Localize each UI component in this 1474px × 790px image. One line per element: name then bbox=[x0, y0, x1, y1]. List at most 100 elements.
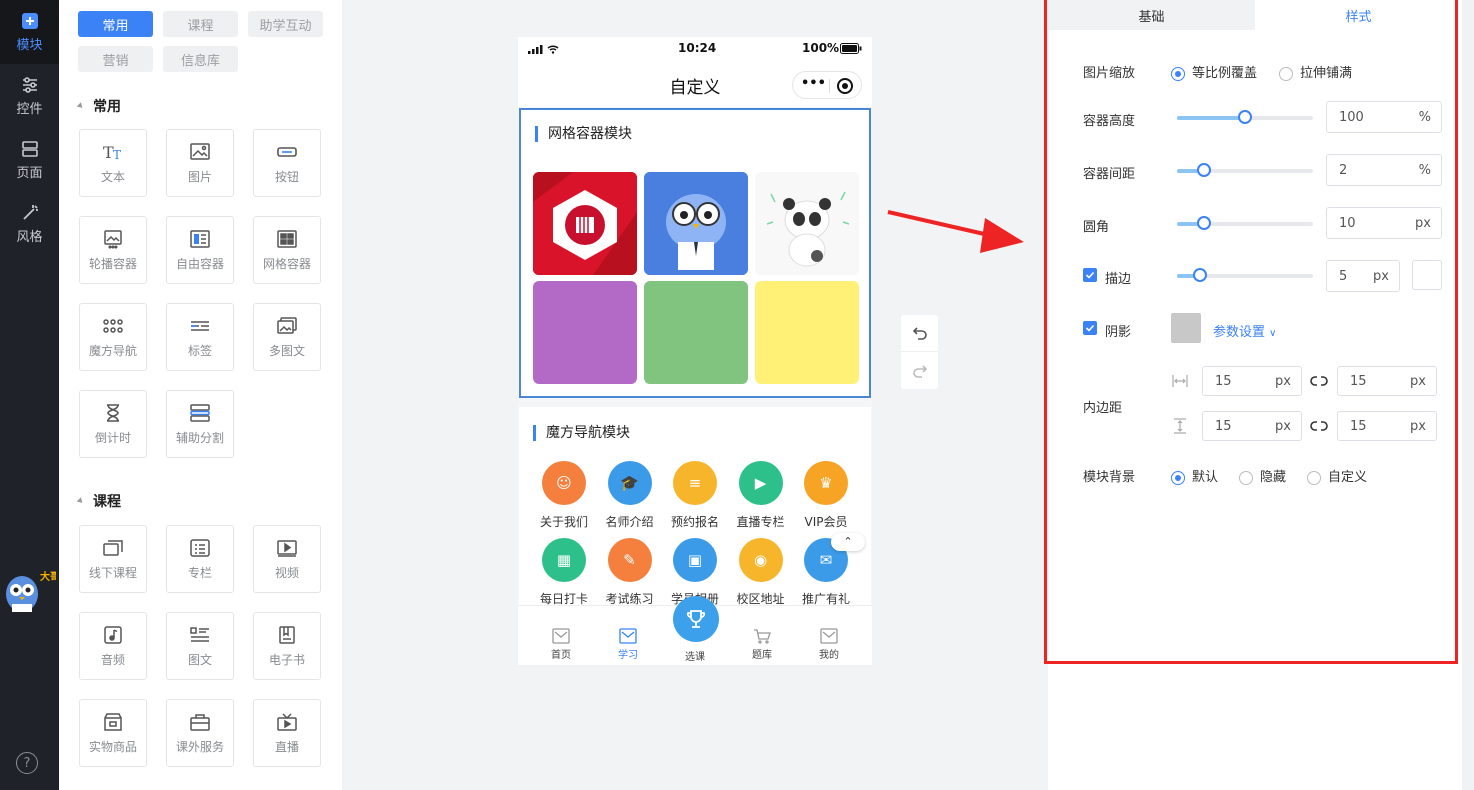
section-title-course: 课程 bbox=[79, 491, 121, 511]
component-label: 线下课程 bbox=[88, 565, 137, 580]
rail-item-controls[interactable]: 控件 bbox=[0, 64, 59, 128]
component-label: 课外服务 bbox=[175, 739, 224, 754]
help-button[interactable]: ? bbox=[16, 752, 38, 774]
component-cube-nav[interactable]: 魔方导航 bbox=[79, 303, 147, 371]
right-edge-scrollbar[interactable] bbox=[1462, 0, 1474, 790]
grid-cell-yellow[interactable] bbox=[755, 281, 859, 384]
tab-label: 课程 bbox=[187, 18, 214, 34]
component-ebook[interactable]: 电子书 bbox=[253, 612, 321, 680]
component-tag[interactable]: 标签 bbox=[166, 303, 234, 371]
mascot-text: 大哥大 bbox=[40, 570, 56, 583]
component-free-container[interactable]: 自由容器 bbox=[166, 216, 234, 284]
tab-label: 首页 bbox=[551, 650, 571, 661]
cube-nav-item[interactable]: ▣ bbox=[673, 538, 717, 582]
service-icon bbox=[190, 713, 210, 731]
tab-info-library[interactable]: 信息库 bbox=[163, 46, 238, 72]
cube-nav-label: 直播专栏 bbox=[736, 515, 785, 529]
help-icon: ? bbox=[23, 755, 31, 771]
cube-nav-item[interactable]: ▶ bbox=[738, 461, 783, 505]
rail-item-style[interactable]: 风格 bbox=[0, 192, 59, 256]
cube-nav-item[interactable]: ✎ bbox=[607, 538, 652, 582]
multi-image-text-icon bbox=[277, 316, 297, 334]
tab-label: 助学互动 bbox=[259, 18, 312, 34]
grid-cell-purple[interactable] bbox=[533, 281, 637, 384]
megaphone-icon: ✉ bbox=[819, 551, 833, 569]
tab-study[interactable]: 学习 bbox=[608, 628, 648, 661]
carousel-icon bbox=[104, 229, 122, 249]
component-label: 魔方导航 bbox=[88, 343, 137, 358]
component-live[interactable]: 直播 bbox=[253, 699, 321, 767]
phone-preview: 10:24 100% 自定义 ••• 网格容器模块 魔方导航模块 ☺ 关于我们 🎓 名… bbox=[518, 37, 872, 665]
cube-nav-item[interactable]: ≡ bbox=[673, 461, 717, 505]
tab-home[interactable]: 首页 bbox=[541, 628, 581, 661]
component-label: 自由容器 bbox=[175, 256, 224, 271]
cube-nav-item[interactable]: ☺ bbox=[542, 461, 586, 505]
sliders-icon bbox=[22, 76, 37, 93]
grid-cell-image[interactable] bbox=[533, 172, 637, 275]
text-icon: TT bbox=[103, 143, 121, 162]
play-icon: ▶ bbox=[754, 474, 767, 492]
component-offline-course[interactable]: 线下课程 bbox=[79, 525, 147, 593]
offline-course-icon bbox=[103, 539, 123, 556]
calendar-icon: ▦ bbox=[556, 551, 572, 569]
center-select-course-button[interactable] bbox=[673, 596, 719, 642]
grid-container-module[interactable]: 网格容器模块 bbox=[519, 108, 871, 398]
component-palette: 常用 课程 助学互动 营销 信息库 常用 TT 文本 图片 按钮 轮播容器 自由… bbox=[59, 0, 342, 790]
tab-common[interactable]: 常用 bbox=[78, 11, 153, 37]
phone-tabbar: 首页 学习 选课 题库 我的 bbox=[518, 596, 872, 665]
tab-label: 信息库 bbox=[180, 53, 220, 69]
close-target-icon[interactable] bbox=[836, 77, 854, 95]
grid-cell-image[interactable] bbox=[644, 172, 748, 275]
phone-navbar: 自定义 ••• bbox=[518, 61, 872, 107]
component-audio[interactable]: 音频 bbox=[79, 612, 147, 680]
component-service[interactable]: 课外服务 bbox=[166, 699, 234, 767]
component-label: 实物商品 bbox=[88, 739, 137, 754]
rail-item-label: 控件 bbox=[16, 101, 43, 117]
tab-marketing[interactable]: 营销 bbox=[78, 46, 153, 72]
component-countdown[interactable]: 倒计时 bbox=[79, 390, 147, 458]
component-label: 电子书 bbox=[268, 652, 305, 667]
component-product[interactable]: 实物商品 bbox=[79, 699, 147, 767]
highlight-frame bbox=[1044, 0, 1458, 664]
tab-interaction[interactable]: 助学互动 bbox=[248, 11, 323, 37]
tab-label: 题库 bbox=[752, 650, 772, 661]
panda-mascot-image bbox=[755, 172, 859, 275]
grid-cell-green[interactable] bbox=[644, 281, 748, 384]
cube-nav-label: 预约报名 bbox=[670, 515, 719, 529]
component-multi-image-text[interactable]: 多图文 bbox=[253, 303, 321, 371]
cube-nav-item[interactable]: ♛ bbox=[804, 461, 848, 505]
collapse-chevron-icon[interactable]: ⌃ bbox=[831, 533, 865, 551]
component-text[interactable]: TT 文本 bbox=[79, 129, 147, 197]
component-video[interactable]: 视频 bbox=[253, 525, 321, 593]
component-image-text[interactable]: 图文 bbox=[166, 612, 234, 680]
component-label: 专栏 bbox=[187, 565, 212, 580]
red-arrow-annotation bbox=[887, 210, 1024, 253]
mini-program-capsule[interactable]: ••• bbox=[792, 71, 862, 99]
rail-item-label: 风格 bbox=[16, 229, 43, 245]
rail-item-pages[interactable]: 页面 bbox=[0, 128, 59, 192]
cart-icon bbox=[754, 629, 771, 644]
component-label: 多图文 bbox=[268, 343, 305, 358]
live-icon bbox=[277, 712, 297, 731]
more-icon[interactable]: ••• bbox=[801, 76, 826, 91]
tab-question-bank[interactable]: 题库 bbox=[742, 628, 782, 661]
component-carousel[interactable]: 轮播容器 bbox=[79, 216, 147, 284]
component-divider[interactable]: 辅助分割 bbox=[166, 390, 234, 458]
cube-nav-item[interactable]: 🎓 bbox=[607, 461, 652, 505]
cube-nav-item[interactable]: ▦ bbox=[542, 538, 586, 582]
component-button[interactable]: 按钮 bbox=[253, 129, 321, 197]
grid-cell-image[interactable] bbox=[755, 172, 859, 275]
component-grid-container[interactable]: 网格容器 bbox=[253, 216, 321, 284]
rail-item-modules[interactable]: 模块 bbox=[0, 0, 59, 64]
component-column[interactable]: 专栏 bbox=[166, 525, 234, 593]
signal-wifi-icon bbox=[528, 45, 559, 54]
tab-mine[interactable]: 我的 bbox=[809, 628, 849, 661]
component-image[interactable]: 图片 bbox=[166, 129, 234, 197]
cube-nav-module[interactable]: 魔方导航模块 ☺ 关于我们 🎓 名师介绍 ≡ 预约报名 ▶ 直播专栏 ♛ VIP会员 ▦ 每日打卡 ✎ 考… bbox=[519, 407, 871, 607]
cube-nav-item[interactable]: ◉ bbox=[738, 538, 783, 582]
tab-select-course[interactable]: 选课 bbox=[675, 648, 715, 663]
undo-button[interactable] bbox=[901, 315, 938, 352]
tab-course[interactable]: 课程 bbox=[163, 11, 238, 37]
undo-icon bbox=[912, 327, 927, 340]
redo-button[interactable] bbox=[901, 352, 938, 389]
